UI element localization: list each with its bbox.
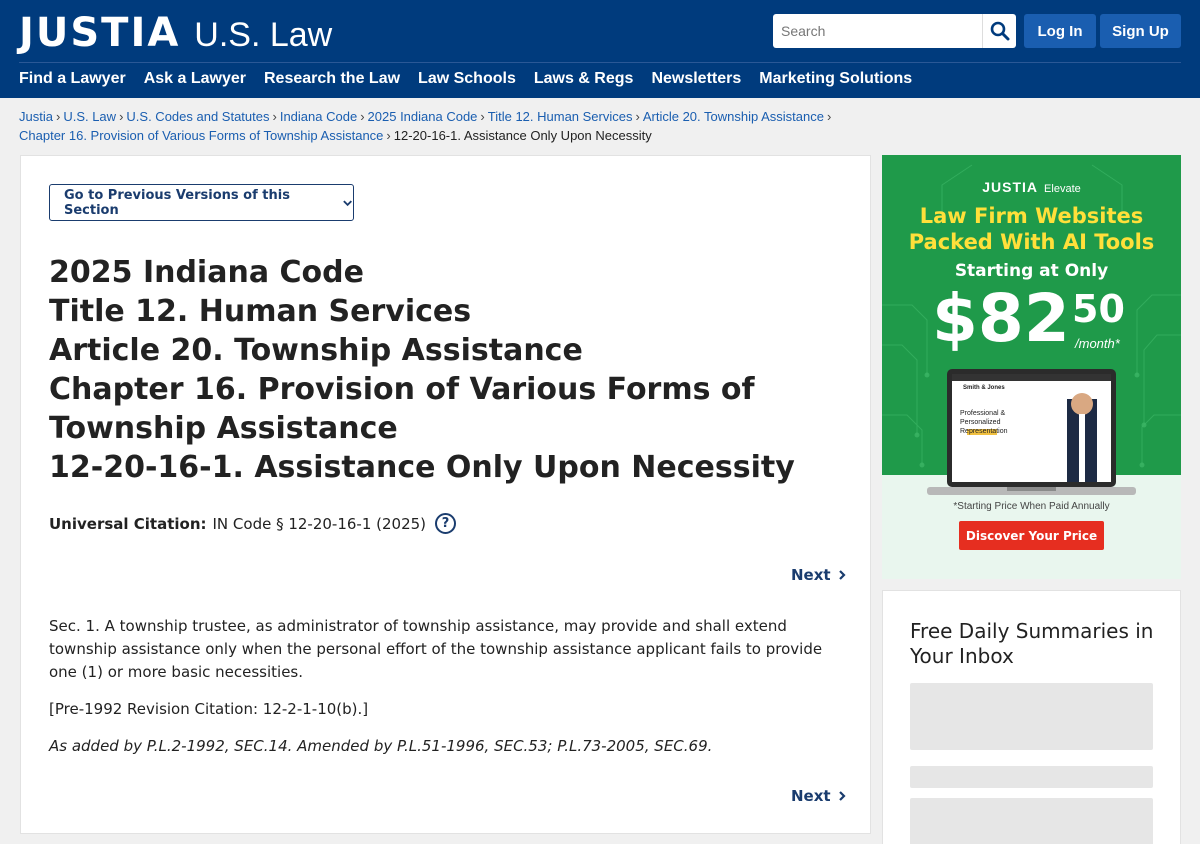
next-label: Next bbox=[791, 787, 831, 805]
help-icon[interactable]: ? bbox=[435, 513, 457, 534]
logo-wordmark: JUSTIA bbox=[19, 10, 181, 56]
ad-brand-name: JUSTIA bbox=[982, 179, 1039, 195]
justia-elevate-ad[interactable]: JUSTIA Elevate Law Firm Websites Packed W… bbox=[882, 155, 1181, 579]
header-divider bbox=[19, 62, 1181, 63]
breadcrumb-link[interactable]: Chapter 16. Provision of Various Forms o… bbox=[19, 128, 383, 143]
ad-starting: Starting at Only bbox=[954, 261, 1109, 281]
signup-button[interactable]: Sign Up bbox=[1100, 14, 1181, 48]
newsletter-skeleton-block bbox=[910, 683, 1153, 750]
newsletter-card: Free Daily Summaries in Your Inbox bbox=[882, 590, 1181, 844]
breadcrumb-current: 12-20-16-1. Assistance Only Upon Necessi… bbox=[393, 128, 652, 143]
search-icon bbox=[990, 21, 1009, 41]
breadcrumb-link[interactable]: Article 20. Township Assistance bbox=[643, 109, 824, 124]
title-title: Title 12. Human Services bbox=[49, 294, 472, 329]
breadcrumb: Justia › U.S. Law › U.S. Codes and Statutes ›… bbox=[19, 107, 879, 145]
nav-ask-a-lawyer[interactable]: Ask a Lawyer bbox=[144, 70, 246, 88]
breadcrumb-separator: › bbox=[635, 109, 640, 124]
search-input[interactable] bbox=[773, 14, 982, 48]
ad-brand: JUSTIA Elevate bbox=[882, 179, 1181, 195]
next-link-top[interactable]: Next bbox=[791, 566, 846, 584]
newsletter-skeleton-line bbox=[910, 766, 1153, 788]
ad-headline-line2: Packed With AI Tools bbox=[908, 230, 1155, 254]
previous-versions-label: Go to Previous Versions of this Section bbox=[64, 187, 290, 218]
breadcrumb-link[interactable]: Title 12. Human Services bbox=[488, 109, 633, 124]
ad-price: $82 bbox=[932, 280, 1070, 357]
nav-law-schools[interactable]: Law Schools bbox=[418, 70, 516, 88]
discover-price-button[interactable]: Discover Your Price bbox=[959, 521, 1104, 550]
search-button[interactable] bbox=[982, 14, 1016, 48]
newsletter-skeleton-block bbox=[910, 798, 1153, 844]
laptop-firm-name: Smith & Jones bbox=[963, 385, 1005, 391]
nav-marketing-solutions[interactable]: Marketing Solutions bbox=[759, 70, 912, 88]
breadcrumb-separator: › bbox=[826, 109, 832, 124]
statute-text: Sec. 1. A township trustee, as administr… bbox=[49, 615, 839, 772]
site-header: JUSTIA U.S. Law Log In Sign Up Find a La… bbox=[0, 0, 1200, 98]
breadcrumb-link[interactable]: Justia bbox=[19, 109, 53, 124]
breadcrumb-separator: › bbox=[272, 109, 277, 124]
title-section: 12-20-16-1. Assistance Only Upon Necessi… bbox=[49, 450, 795, 485]
nav-research-the-law[interactable]: Research the Law bbox=[264, 70, 400, 88]
legislative-history: As added by P.L.2-1992, SEC.14. Amended … bbox=[49, 737, 713, 755]
breadcrumb-separator: › bbox=[480, 109, 485, 124]
search-box bbox=[773, 14, 1016, 48]
next-label: Next bbox=[791, 566, 831, 584]
title-article: Article 20. Township Assistance bbox=[49, 333, 583, 368]
laptop-illustration: Smith & Jones Professional & Personalize… bbox=[927, 369, 1136, 495]
main-content-card: Go to Previous Versions of this Section … bbox=[20, 155, 871, 834]
ad-note: *Starting Price When Paid Annually bbox=[953, 501, 1110, 512]
revision-citation: [Pre-1992 Revision Citation: 12-2-1-10(b… bbox=[49, 700, 369, 718]
chevron-right-icon bbox=[838, 570, 846, 580]
title-code: 2025 Indiana Code bbox=[49, 255, 364, 290]
breadcrumb-separator: › bbox=[386, 128, 391, 143]
ad-per-month: /month* bbox=[1075, 336, 1120, 351]
ad-headline-line1: Law Firm Websites bbox=[919, 204, 1144, 228]
breadcrumb-link[interactable]: Indiana Code bbox=[280, 109, 357, 124]
breadcrumb-separator: › bbox=[55, 109, 61, 124]
ad-price-cents: 50 bbox=[1072, 287, 1125, 331]
justia-logo[interactable]: JUSTIA U.S. Law bbox=[19, 10, 333, 56]
page-title: 2025 Indiana Code Title 12. Human Servic… bbox=[49, 253, 849, 487]
logo-subtitle: U.S. Law bbox=[194, 16, 333, 54]
citation-label: Universal Citation: bbox=[49, 514, 207, 533]
main-nav: Find a Lawyer Ask a Lawyer Research the … bbox=[19, 70, 912, 88]
citation-value: IN Code § 12-20-16-1 (2025) bbox=[212, 514, 427, 533]
newsletter-title: Free Daily Summaries in Your Inbox bbox=[910, 619, 1154, 668]
laptop-tagline: Professional & Personalized Representati… bbox=[960, 410, 1008, 435]
breadcrumb-link[interactable]: U.S. Law bbox=[63, 109, 116, 124]
breadcrumb-link[interactable]: U.S. Codes and Statutes bbox=[126, 109, 269, 124]
breadcrumb-separator: › bbox=[360, 109, 365, 124]
nav-newsletters[interactable]: Newsletters bbox=[651, 70, 741, 88]
ad-headline: Law Firm Websites Packed With AI Tools bbox=[882, 203, 1181, 255]
ad-brand-sub: Elevate bbox=[1044, 183, 1081, 195]
previous-versions-dropdown[interactable]: Go to Previous Versions of this Section bbox=[49, 184, 354, 221]
statute-paragraph: Sec. 1. A township trustee, as administr… bbox=[49, 617, 823, 681]
universal-citation: Universal Citation: IN Code § 12-20-16-1… bbox=[49, 513, 457, 534]
chevron-down-icon bbox=[343, 199, 352, 206]
nav-find-a-lawyer[interactable]: Find a Lawyer bbox=[19, 70, 126, 88]
next-link-bottom[interactable]: Next bbox=[791, 787, 846, 805]
breadcrumb-separator: › bbox=[119, 109, 124, 124]
title-chapter: Chapter 16. Provision of Various Forms o… bbox=[49, 372, 755, 446]
nav-laws-regs[interactable]: Laws & Regs bbox=[534, 70, 634, 88]
login-button[interactable]: Log In bbox=[1024, 14, 1096, 48]
breadcrumb-link[interactable]: 2025 Indiana Code bbox=[368, 109, 478, 124]
chevron-right-icon bbox=[838, 791, 846, 801]
